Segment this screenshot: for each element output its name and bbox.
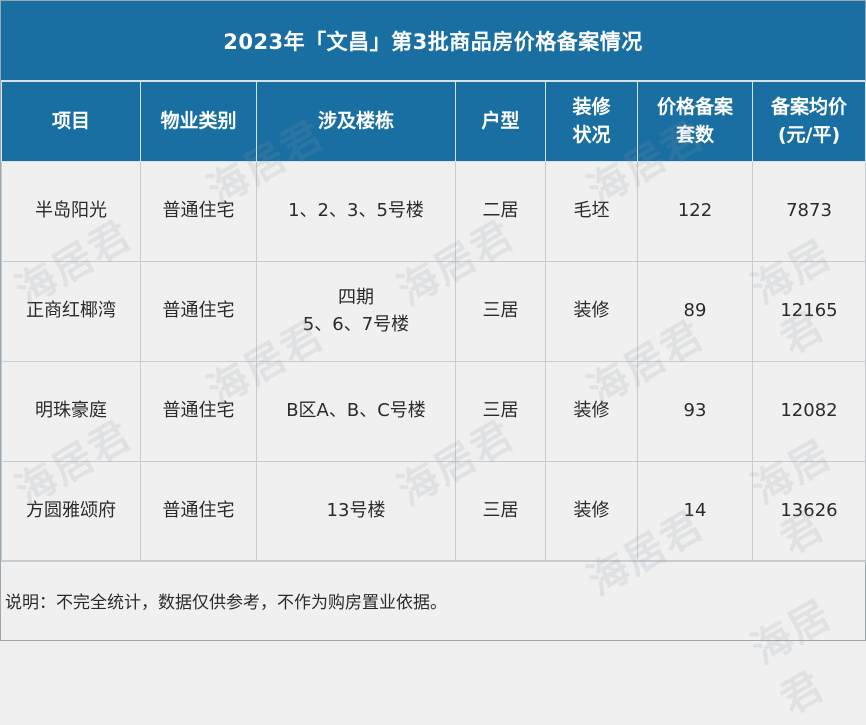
cell-layout: 二居 (455, 161, 546, 262)
table-row: 明珠豪庭 普通住宅 B区A、B、C号楼 三居 装修 93 12082 (1, 361, 866, 462)
column-header-avg-price: 备案均价 (元/平) (752, 81, 866, 162)
cell-project: 半岛阳光 (1, 161, 141, 262)
cell-avg-price: 12165 (752, 261, 866, 362)
table-row: 半岛阳光 普通住宅 1、2、3、5号楼 二居 毛坯 122 7873 (1, 161, 866, 262)
cell-category: 普通住宅 (140, 261, 257, 362)
column-header-units: 价格备案 套数 (637, 81, 753, 162)
cell-units: 14 (637, 461, 753, 562)
price-filing-table-sheet: 2023年「文昌」第3批商品房价格备案情况 项目 物业类别 涉及楼栋 户型 装修… (0, 0, 866, 723)
cell-avg-price: 12082 (752, 361, 866, 462)
cell-decoration: 毛坯 (545, 161, 638, 262)
cell-decoration: 装修 (545, 361, 638, 462)
header-row: 项目 物业类别 涉及楼栋 户型 装修 状况 价格备案 套数 备案均价 (元/平) (1, 81, 866, 162)
cell-layout: 三居 (455, 261, 546, 362)
price-filing-table: 项目 物业类别 涉及楼栋 户型 装修 状况 价格备案 套数 备案均价 (元/平) 半岛… (1, 81, 866, 562)
cell-avg-price: 7873 (752, 161, 866, 262)
column-header-decoration: 装修 状况 (545, 81, 638, 162)
cell-decoration: 装修 (545, 261, 638, 362)
cell-project: 正商红椰湾 (1, 261, 141, 362)
cell-units: 93 (637, 361, 753, 462)
cell-project: 明珠豪庭 (1, 361, 141, 462)
cell-buildings: B区A、B、C号楼 (256, 361, 456, 462)
column-header-layout: 户型 (455, 81, 546, 162)
disclaimer-note: 说明：不完全统计，数据仅供参考，不作为购房置业依据。 (1, 560, 865, 640)
cell-layout: 三居 (455, 361, 546, 462)
table-row: 正商红椰湾 普通住宅 四期 5、6、7号楼 三居 装修 89 12165 (1, 261, 866, 362)
cell-layout: 三居 (455, 461, 546, 562)
cell-buildings: 13号楼 (256, 461, 456, 562)
cell-units: 122 (637, 161, 753, 262)
cell-decoration: 装修 (545, 461, 638, 562)
cell-avg-price: 13626 (752, 461, 866, 562)
column-header-category: 物业类别 (140, 81, 257, 162)
column-header-buildings: 涉及楼栋 (256, 81, 456, 162)
cell-buildings: 1、2、3、5号楼 (256, 161, 456, 262)
table-title: 2023年「文昌」第3批商品房价格备案情况 (1, 1, 865, 81)
cell-project: 方圆雅颂府 (1, 461, 141, 562)
cell-units: 89 (637, 261, 753, 362)
cell-category: 普通住宅 (140, 361, 257, 462)
cell-buildings: 四期 5、6、7号楼 (256, 261, 456, 362)
column-header-project: 项目 (1, 81, 141, 162)
cell-category: 普通住宅 (140, 461, 257, 562)
cell-category: 普通住宅 (140, 161, 257, 262)
table-row: 方圆雅颂府 普通住宅 13号楼 三居 装修 14 13626 (1, 461, 866, 562)
